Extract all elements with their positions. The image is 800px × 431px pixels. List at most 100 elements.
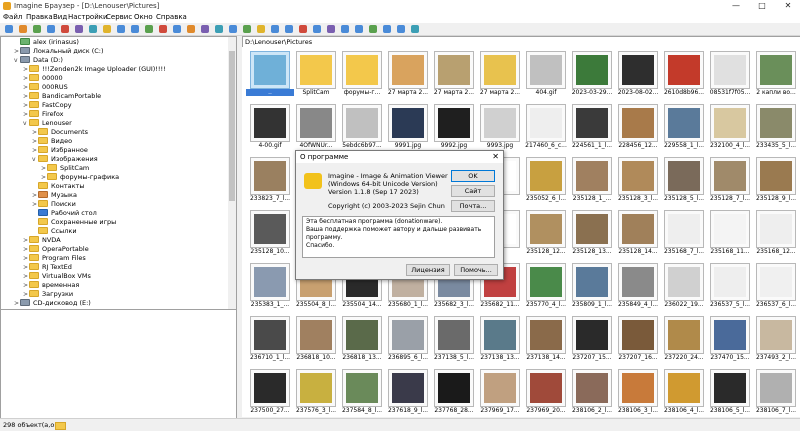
thumbnail[interactable]: 238106_4_l... — [660, 367, 708, 417]
toolbar-button-icon[interactable] — [33, 25, 41, 33]
toolbar-button-icon[interactable] — [383, 25, 391, 33]
toolbar-button-icon[interactable] — [341, 25, 349, 33]
toolbar-button-icon[interactable] — [131, 25, 139, 33]
thumbnail[interactable]: 235128_13... — [568, 208, 616, 260]
thumbnail[interactable]: 237493_2_l... — [752, 314, 800, 366]
thumbnail[interactable]: 4OfWNUr... — [292, 102, 340, 154]
maximize-button[interactable]: □ — [750, 0, 774, 12]
menu-window[interactable]: Окно — [134, 13, 153, 21]
tree-item[interactable]: > Documents — [32, 128, 88, 137]
toolbar-button-icon[interactable] — [369, 25, 377, 33]
thumbnail[interactable]: 235052_6_l... — [522, 155, 570, 207]
ok-button[interactable]: OK — [451, 170, 495, 182]
toolbar-button-icon[interactable] — [313, 25, 321, 33]
mail-button[interactable]: Почта... — [451, 200, 495, 212]
thumbnail[interactable]: 2610d8b96... — [660, 49, 708, 101]
toolbar-button-icon[interactable] — [397, 25, 405, 33]
thumbnail[interactable]: 235128_9_l... — [752, 155, 800, 207]
thumbnail[interactable]: 27 марта 2... — [430, 49, 478, 101]
minimize-button[interactable]: — — [724, 0, 748, 12]
thumbnail[interactable]: .. — [246, 49, 294, 101]
thumbnail[interactable]: 236710_1_l... — [246, 314, 294, 366]
toolbar-button-icon[interactable] — [103, 25, 111, 33]
thumbnail[interactable]: 237470_15... — [706, 314, 754, 366]
toolbar-button-icon[interactable] — [257, 25, 265, 33]
tree-item[interactable]: alex (irinasus) — [14, 38, 79, 47]
toolbar-button-icon[interactable] — [187, 25, 195, 33]
thumbnail[interactable]: 235128_12... — [522, 208, 570, 260]
thumbnail[interactable]: 237576_3_l... — [292, 367, 340, 417]
thumbnail[interactable]: форумы-г... — [338, 49, 386, 101]
thumbnail[interactable]: 27 марта 2... — [476, 49, 524, 101]
toolbar-button-icon[interactable] — [355, 25, 363, 33]
tree-item[interactable]: Сохраненные игры — [32, 218, 116, 227]
tree-item[interactable]: Ссылки — [32, 227, 77, 236]
menu-tools[interactable]: Сервис — [106, 13, 132, 21]
thumbnail[interactable]: 235128_10... — [246, 208, 294, 260]
thumbnail[interactable]: 235128_7_l... — [706, 155, 754, 207]
thumbnail[interactable]: 235128_14... — [614, 208, 662, 260]
tree-scrollbar[interactable] — [228, 37, 236, 309]
thumbnail[interactable]: 9993.jpg — [476, 102, 524, 154]
thumbnail[interactable]: 238106_2_l... — [568, 367, 616, 417]
thumbnail[interactable]: 237618_9_l... — [384, 367, 432, 417]
thumbnail[interactable]: 2023-08-02... — [614, 49, 662, 101]
tree-item[interactable]: > Локальный диск (C:) — [14, 47, 104, 56]
tree-item[interactable]: > BandicamPortable — [23, 92, 101, 101]
toolbar-button-icon[interactable] — [5, 25, 13, 33]
thumbnail[interactable]: 224561_1_l... — [568, 102, 616, 154]
thumbnail[interactable]: 236818_10... — [292, 314, 340, 366]
thumbnail[interactable]: 217460_6_c... — [522, 102, 570, 154]
thumbnail[interactable]: 237207_16... — [614, 314, 662, 366]
tree-item[interactable]: > RJ TextEd — [23, 263, 72, 272]
toolbar-button-icon[interactable] — [89, 25, 97, 33]
toolbar-button-icon[interactable] — [75, 25, 83, 33]
thumbnail[interactable]: 229558_1_l... — [660, 102, 708, 154]
thumbnail[interactable]: 235168_11... — [706, 208, 754, 260]
tree-item[interactable]: > !!!Zenden2k Image Uploader (GUI)!!!! — [23, 65, 166, 74]
thumbnail[interactable]: 236895_6_l... — [384, 314, 432, 366]
thumbnail[interactable]: 233435_5_l... — [752, 102, 800, 154]
tree-item[interactable]: > Поиски — [32, 200, 76, 209]
thumbnail[interactable]: 237500_27... — [246, 367, 294, 417]
toolbar-button-icon[interactable] — [215, 25, 223, 33]
tree-item[interactable]: >00000 — [23, 74, 63, 83]
thumbnail[interactable]: 237138_13... — [476, 314, 524, 366]
thumbnail[interactable]: 228456_12... — [614, 102, 662, 154]
thumbnail[interactable]: 237768_28... — [430, 367, 478, 417]
thumbnail[interactable]: 237584_8_l... — [338, 367, 386, 417]
thumbnail[interactable]: SplitCam — [292, 49, 340, 101]
thumbnail[interactable]: 237138_5_l... — [430, 314, 478, 366]
thumbnail[interactable]: 235128_1_... — [568, 155, 616, 207]
toolbar-button-icon[interactable] — [271, 25, 279, 33]
site-button[interactable]: Сайт — [451, 185, 495, 197]
thumbnail[interactable]: 238106_5_l... — [706, 367, 754, 417]
tree-item[interactable]: > FastCopy — [23, 101, 72, 110]
toolbar-button-icon[interactable] — [285, 25, 293, 33]
thumbnail[interactable]: 27 марта 2... — [384, 49, 432, 101]
thumbnail[interactable]: 235809_1_l... — [568, 261, 616, 313]
thumbnail[interactable]: 237207_15... — [568, 314, 616, 366]
tree-item[interactable]: > Избранное — [32, 146, 88, 155]
close-button[interactable]: ✕ — [776, 0, 800, 12]
tree-item[interactable]: > Видео — [32, 137, 72, 146]
tree-scroll-thumb[interactable] — [229, 51, 235, 201]
thumbnail[interactable]: 235128_3_l... — [614, 155, 662, 207]
thumbnail[interactable]: 236022_19... — [660, 261, 708, 313]
toolbar-button-icon[interactable] — [159, 25, 167, 33]
tree-item[interactable]: Рабочий стол — [32, 209, 97, 218]
thumbnail[interactable]: 238106_7_l... — [752, 367, 800, 417]
tree-item[interactable]: > VirtualBox VMs — [23, 272, 91, 281]
tree-item[interactable]: v Lenouser — [23, 119, 72, 128]
tree-item[interactable]: > Firefox — [23, 110, 64, 119]
thumbnail[interactable]: 4-00.gif — [246, 102, 294, 154]
thumbnail[interactable]: 236537_6_l... — [752, 261, 800, 313]
thumbnail[interactable]: 237969_17... — [476, 367, 524, 417]
toolbar-button-icon[interactable] — [201, 25, 209, 33]
thumbnail[interactable]: 237220_24... — [660, 314, 708, 366]
license-button[interactable]: Лицензия — [406, 264, 450, 276]
thumbnail[interactable]: 235849_4_l... — [614, 261, 662, 313]
menu-file[interactable]: Файл — [3, 13, 22, 21]
tree-item[interactable]: >000RUS — [23, 83, 68, 92]
tree-item[interactable]: > форумы-графика — [41, 173, 119, 182]
